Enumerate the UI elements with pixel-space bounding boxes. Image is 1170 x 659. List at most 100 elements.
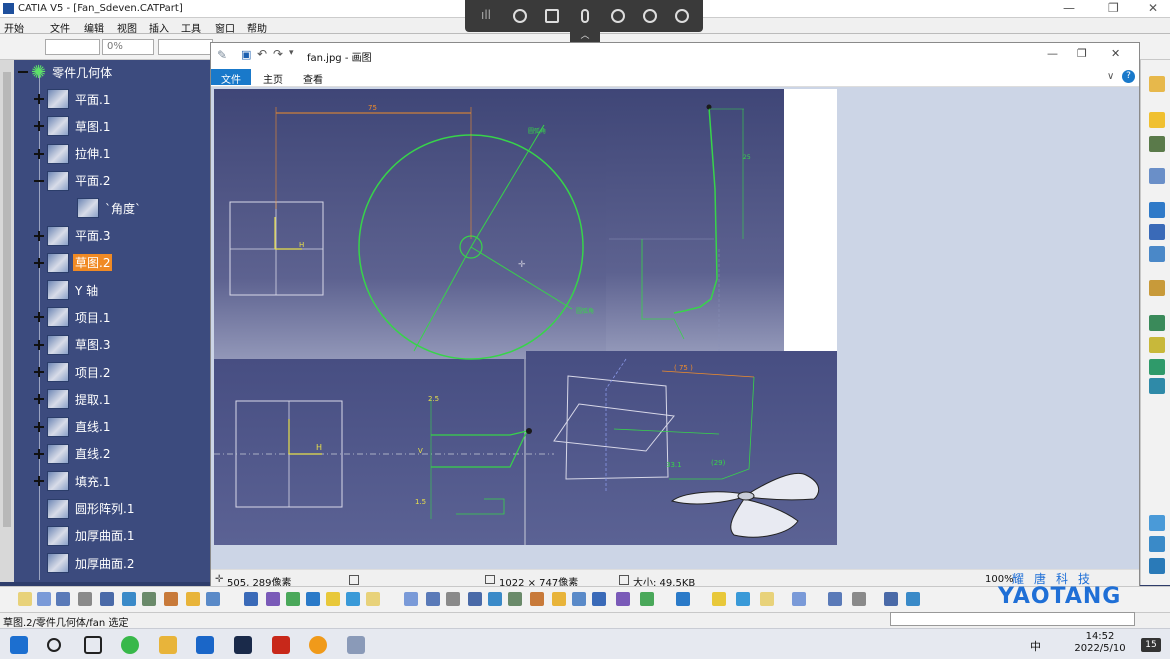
tool-icon-14[interactable] <box>1149 536 1165 552</box>
toolbar-button-icon[interactable] <box>488 592 502 606</box>
tool-icon-4[interactable] <box>1149 168 1165 184</box>
undo-icon[interactable]: ↶ <box>257 47 267 61</box>
toolbar-button-icon[interactable] <box>736 592 750 606</box>
toolbar-button-icon[interactable] <box>306 592 320 606</box>
toolbar-button-icon[interactable] <box>446 592 460 606</box>
fan-drawing-image[interactable]: H 75 圆弧角 圆弧角 ✛ 25 H 2.5 1.5 V (75) 33.… <box>214 89 837 545</box>
tree-item[interactable]: 项目.1 <box>34 305 113 329</box>
expand-icon[interactable] <box>34 257 44 268</box>
toolbar-button-icon[interactable] <box>266 592 280 606</box>
toolbar-button-icon[interactable] <box>18 592 32 606</box>
tree-item[interactable]: 平面.3 <box>34 224 113 248</box>
tree-item[interactable]: 草图.1 <box>34 114 113 138</box>
power-icon[interactable] <box>675 9 689 23</box>
color-select[interactable] <box>45 39 100 55</box>
maximize-icon[interactable]: ❐ <box>1108 1 1119 15</box>
search-app-icon[interactable] <box>309 636 327 654</box>
expand-icon[interactable] <box>34 230 44 241</box>
ime-indicator[interactable]: 中 <box>1030 638 1041 654</box>
tree-item[interactable]: 草图.2 <box>34 251 113 275</box>
tool-icon-11[interactable] <box>1149 359 1165 375</box>
paint-close-icon[interactable]: ✕ <box>1111 47 1120 60</box>
toolbar-button-icon[interactable] <box>186 592 200 606</box>
tool-icon-6[interactable] <box>1149 224 1165 240</box>
tree-item[interactable]: 平面.2 <box>34 169 113 193</box>
toolbar-button-icon[interactable] <box>286 592 300 606</box>
tool-icon-1[interactable] <box>1149 76 1165 92</box>
settings-icon[interactable] <box>643 9 657 23</box>
toolbar-button-icon[interactable] <box>530 592 544 606</box>
menu-tools[interactable]: 工具 <box>181 20 201 35</box>
tool-icon-3[interactable] <box>1149 136 1165 152</box>
toolbar-button-icon[interactable] <box>426 592 440 606</box>
save-icon[interactable]: ▣ <box>241 48 251 61</box>
expand-icon[interactable] <box>34 476 44 487</box>
tree-item[interactable]: 平面.1 <box>34 87 113 111</box>
tree-item[interactable]: 圆形阵列.1 <box>34 497 137 521</box>
toolbar-button-icon[interactable] <box>326 592 340 606</box>
toolbar-button-icon[interactable] <box>792 592 806 606</box>
tool-icon-10[interactable] <box>1149 337 1165 353</box>
toolbar-button-icon[interactable] <box>616 592 630 606</box>
tool-icon-13[interactable] <box>1149 515 1165 531</box>
menu-help[interactable]: 帮助 <box>247 20 267 35</box>
toolbar-button-icon[interactable] <box>712 592 726 606</box>
collapse-icon[interactable] <box>34 176 44 186</box>
catia-taskbar-icon[interactable] <box>234 636 252 654</box>
close-icon[interactable]: ✕ <box>1148 1 1158 15</box>
toolbar-button-icon[interactable] <box>592 592 606 606</box>
expand-icon[interactable] <box>34 367 44 377</box>
transparency-select[interactable]: 0% <box>102 39 154 55</box>
toolbar-button-icon[interactable] <box>37 592 51 606</box>
linetype-select[interactable] <box>158 39 213 55</box>
minimize-icon[interactable]: — <box>1063 1 1075 15</box>
quick-access-dropdown-icon[interactable]: ▾ <box>289 48 294 58</box>
tool-icon-12[interactable] <box>1149 378 1165 394</box>
file-explorer-icon[interactable] <box>159 636 177 654</box>
command-input[interactable] <box>890 612 1135 626</box>
toolbar-button-icon[interactable] <box>142 592 156 606</box>
browser-icon[interactable] <box>121 636 139 654</box>
expand-icon[interactable] <box>34 121 44 132</box>
expand-icon[interactable] <box>34 312 44 323</box>
expand-icon[interactable] <box>34 448 44 459</box>
expand-icon[interactable] <box>34 148 44 159</box>
tree-scroll-thumb[interactable] <box>3 72 11 527</box>
tool-icon-5[interactable] <box>1149 202 1165 218</box>
toolbar-button-icon[interactable] <box>122 592 136 606</box>
menu-edit[interactable]: 编辑 <box>84 20 104 35</box>
paint-taskbar-icon[interactable] <box>347 636 365 654</box>
toolbar-button-icon[interactable] <box>78 592 92 606</box>
tool-icon-8[interactable] <box>1149 280 1165 296</box>
tree-scrollbar[interactable] <box>0 60 14 582</box>
tool-icon-15[interactable] <box>1149 558 1165 574</box>
tree-item[interactable]: 加厚曲面.2 <box>34 551 137 575</box>
menu-view[interactable]: 视图 <box>117 20 137 35</box>
tree-item[interactable]: 项目.2 <box>34 360 113 384</box>
expand-icon[interactable] <box>34 394 44 405</box>
select-icon[interactable] <box>1149 112 1165 128</box>
tree-item[interactable]: 直线.1 <box>34 415 113 439</box>
menu-file[interactable]: 文件 <box>50 20 70 35</box>
toolbar-button-icon[interactable] <box>164 592 178 606</box>
tool-icon-7[interactable] <box>1149 246 1165 262</box>
microphone-icon[interactable] <box>581 9 589 23</box>
notification-badge[interactable]: 15 <box>1141 638 1161 652</box>
search-icon[interactable] <box>47 638 61 652</box>
tree-item[interactable]: 加厚曲面.1 <box>34 524 137 548</box>
task-view-icon[interactable] <box>84 636 102 654</box>
toolbar-button-icon[interactable] <box>346 592 360 606</box>
tab-home[interactable]: 主页 <box>253 69 293 86</box>
help-icon[interactable]: ? <box>1122 70 1135 83</box>
expand-icon[interactable] <box>34 94 44 104</box>
expand-icon[interactable] <box>34 421 44 432</box>
tab-view[interactable]: 查看 <box>293 69 333 86</box>
toolbar-button-icon[interactable] <box>244 592 258 606</box>
tree-item[interactable]: Y 轴 <box>34 278 101 302</box>
menu-start[interactable]: 开始 <box>4 20 24 35</box>
paint-canvas-area[interactable]: H 75 圆弧角 圆弧角 ✛ 25 H 2.5 1.5 V (75) 33.… <box>211 87 1139 569</box>
outlook-icon[interactable] <box>196 636 214 654</box>
toolbar-button-icon[interactable] <box>206 592 220 606</box>
toolbar-button-icon[interactable] <box>404 592 418 606</box>
toolbar-button-icon[interactable] <box>906 592 920 606</box>
